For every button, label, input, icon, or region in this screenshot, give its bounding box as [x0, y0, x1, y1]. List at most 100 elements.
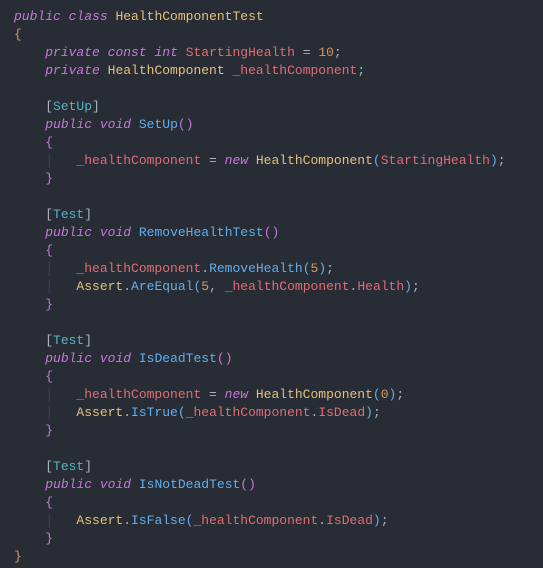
- code-line: [SetUp]: [14, 99, 100, 114]
- token-brace2: }: [45, 297, 53, 312]
- token-typei: int: [154, 45, 177, 60]
- token-pun: [22, 549, 38, 564]
- token-pun: [14, 495, 45, 510]
- token-brace3: ): [373, 513, 381, 528]
- token-name: _healthComponent: [232, 63, 357, 78]
- token-pun: [14, 45, 45, 60]
- token-pun: ]: [92, 99, 100, 114]
- token-brace2: ): [272, 225, 280, 240]
- token-pun: [248, 153, 256, 168]
- token-brace2: {: [45, 243, 53, 258]
- token-brace3: ): [318, 261, 326, 276]
- token-kw: private: [45, 63, 100, 78]
- token-brace2: {: [45, 369, 53, 384]
- token-classn: HealthComponentTest: [115, 9, 263, 24]
- token-guide: │: [14, 279, 76, 294]
- token-attr: Test: [53, 333, 84, 348]
- token-pun: [248, 387, 256, 402]
- token-kw: void: [100, 225, 131, 240]
- code-line: [14, 189, 22, 204]
- token-pun: [14, 423, 45, 438]
- code-line: public void IsNotDeadTest(): [14, 477, 256, 492]
- token-kw: public: [14, 9, 61, 24]
- token-brace2: ): [186, 117, 194, 132]
- token-pun: [100, 63, 108, 78]
- token-brace3: (: [178, 405, 186, 420]
- token-num: 0: [381, 387, 389, 402]
- token-kw: public: [45, 117, 92, 132]
- token-brace2: ): [248, 477, 256, 492]
- token-semi: ;: [396, 387, 404, 402]
- token-pun: [131, 117, 139, 132]
- token-fn: IsDeadTest: [139, 351, 217, 366]
- token-name: _healthComponent: [186, 405, 311, 420]
- token-pun: [61, 9, 69, 24]
- token-guide: │: [14, 513, 76, 528]
- token-guide: │: [14, 153, 76, 168]
- token-kw: public: [45, 351, 92, 366]
- code-line: }: [14, 171, 53, 186]
- token-name: StartingHealth: [381, 153, 490, 168]
- token-pun: ]: [84, 459, 92, 474]
- token-name: IsDead: [326, 513, 373, 528]
- token-fn: AreEqual: [131, 279, 193, 294]
- token-brace2: (: [217, 351, 225, 366]
- token-kw: void: [100, 351, 131, 366]
- token-pun: [: [14, 333, 53, 348]
- token-semi: ;: [412, 279, 420, 294]
- token-kw: private: [45, 45, 100, 60]
- token-name: _healthComponent: [193, 513, 318, 528]
- token-attr: Test: [53, 207, 84, 222]
- token-name: _healthComponent: [76, 261, 201, 276]
- token-kw: new: [225, 387, 248, 402]
- token-brace: {: [14, 27, 22, 42]
- token-semi: ;: [326, 261, 334, 276]
- token-fn: IsNotDeadTest: [139, 477, 240, 492]
- code-line: private HealthComponent _healthComponent…: [14, 63, 365, 78]
- code-line: }: [14, 423, 53, 438]
- token-pun: [14, 81, 22, 96]
- token-brace2: ): [225, 351, 233, 366]
- code-line: │ Assert.IsFalse(_healthComponent.IsDead…: [14, 513, 389, 528]
- token-brace2: (: [178, 117, 186, 132]
- token-brace2: {: [45, 135, 53, 150]
- code-line: }: [14, 531, 53, 546]
- token-pun: [92, 351, 100, 366]
- token-name: _healthComponent: [76, 387, 201, 402]
- code-line: public void IsDeadTest(): [14, 351, 233, 366]
- token-guide: │: [14, 387, 76, 402]
- token-pun: .: [201, 261, 209, 276]
- code-line: {: [14, 495, 53, 510]
- code-line: [Test]: [14, 333, 92, 348]
- token-pun: .: [123, 405, 131, 420]
- token-pun: [131, 351, 139, 366]
- code-line: {: [14, 369, 53, 384]
- code-block: public class HealthComponentTest { priva…: [14, 8, 529, 566]
- token-kw: public: [45, 477, 92, 492]
- token-pun: [14, 477, 45, 492]
- token-kw: void: [100, 117, 131, 132]
- token-guide: │: [14, 405, 76, 420]
- token-pun: ,: [209, 279, 225, 294]
- code-line: public void SetUp(): [14, 117, 194, 132]
- token-pun: [92, 117, 100, 132]
- token-brace3: (: [303, 261, 311, 276]
- token-name: Health: [357, 279, 404, 294]
- token-attr: Test: [53, 459, 84, 474]
- token-pun: .: [318, 513, 326, 528]
- token-guide: │: [14, 261, 76, 276]
- token-brace2: }: [45, 531, 53, 546]
- token-pun: [178, 45, 186, 60]
- token-kw: new: [225, 153, 248, 168]
- token-pun: [131, 225, 139, 240]
- token-name: _healthComponent: [76, 153, 201, 168]
- token-brace3: ): [490, 153, 498, 168]
- token-brace2: (: [264, 225, 272, 240]
- code-line: }: [14, 549, 37, 564]
- code-line: {: [14, 135, 53, 150]
- token-semi: ;: [373, 405, 381, 420]
- token-pun: [14, 315, 22, 330]
- token-pun: [14, 369, 45, 384]
- token-pun: ]: [84, 207, 92, 222]
- code-line: public void RemoveHealthTest(): [14, 225, 279, 240]
